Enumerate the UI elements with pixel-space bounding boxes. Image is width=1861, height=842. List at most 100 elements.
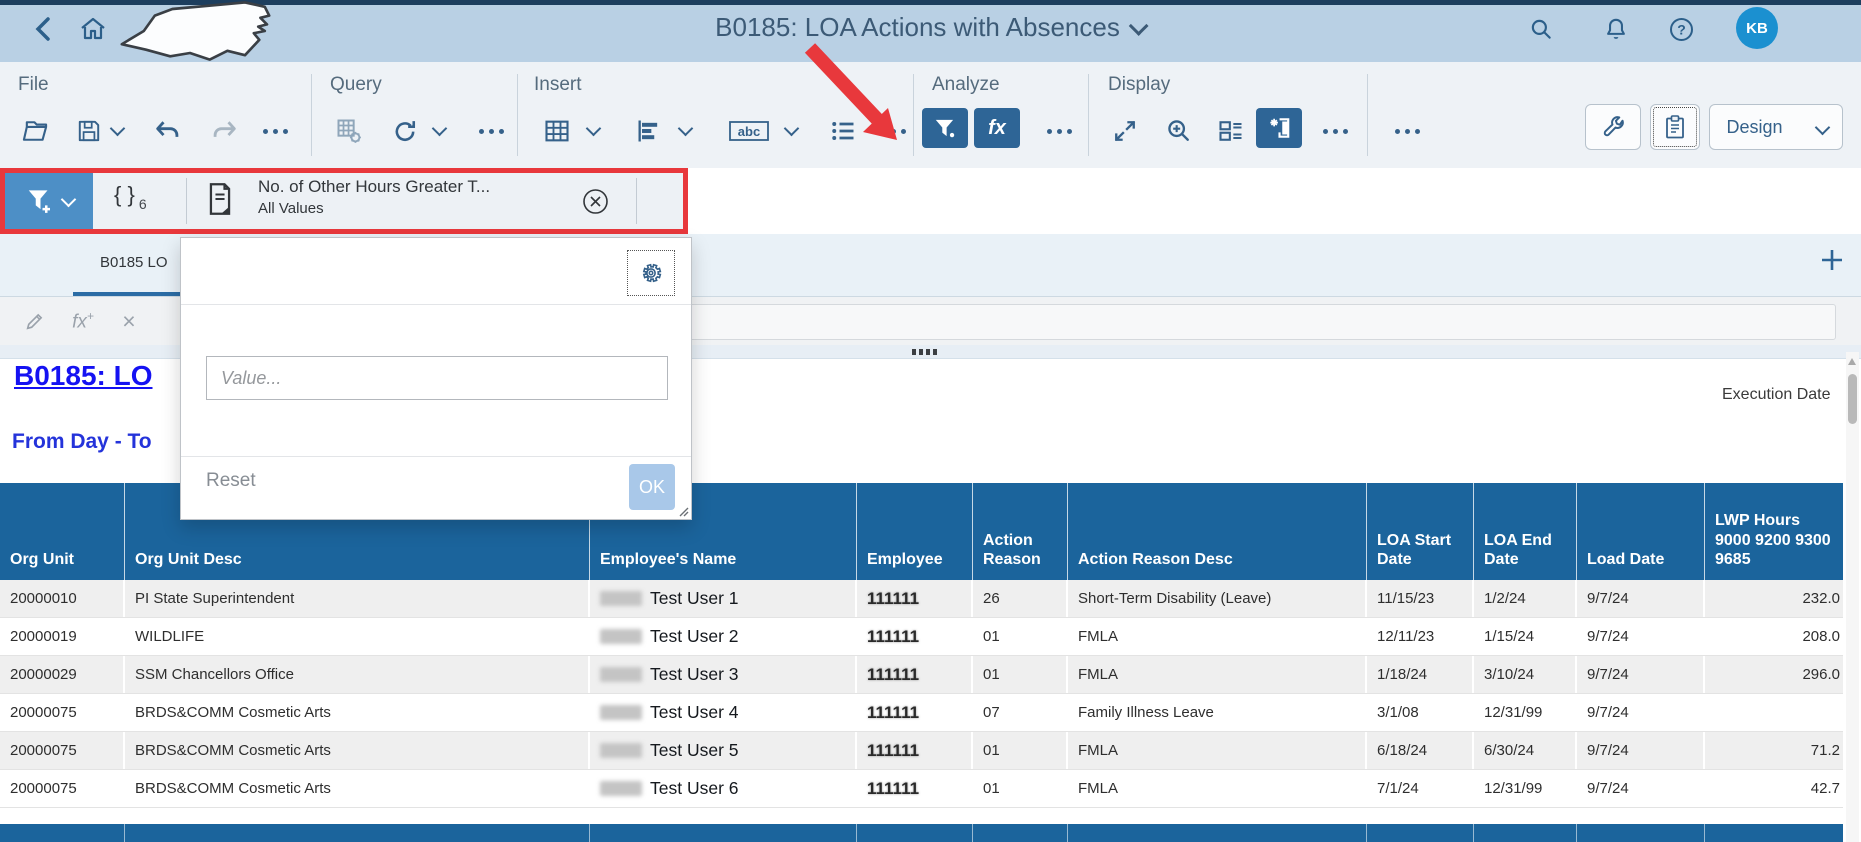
- table-row[interactable]: 20000019WILDLIFETest User 211111101FMLA1…: [0, 618, 1843, 656]
- table-cell-loa_start[interactable]: 3/1/08: [1367, 694, 1474, 731]
- undo-icon[interactable]: [150, 114, 184, 148]
- table-cell-employee[interactable]: 111111: [857, 732, 973, 769]
- table-cell-org_unit[interactable]: 20000075: [0, 732, 125, 769]
- column-header[interactable]: Org Unit: [0, 483, 125, 580]
- table-cell-load_date[interactable]: 9/7/24: [1577, 618, 1705, 655]
- column-header[interactable]: LWP Hours 9000 9200 9300 9685: [1705, 483, 1843, 580]
- formula-button-active[interactable]: fx: [974, 108, 1020, 148]
- table-cell-lwp_hours[interactable]: [1705, 694, 1843, 731]
- table-cell-org_unit_desc[interactable]: BRDS&COMM Cosmetic Arts: [125, 770, 590, 807]
- insert-text-chevron-icon[interactable]: [784, 121, 800, 137]
- filter-value-input[interactable]: [206, 356, 668, 400]
- table-cell-employee[interactable]: 111111: [857, 694, 973, 731]
- table-cell-action_reason[interactable]: 01: [973, 656, 1068, 693]
- reset-button[interactable]: Reset: [206, 470, 256, 492]
- vertical-scrollbar[interactable]: [1846, 352, 1859, 842]
- table-cell-action_reason[interactable]: 26: [973, 580, 1068, 617]
- filter-button-active[interactable]: [922, 108, 968, 148]
- insert-chart-icon[interactable]: [632, 114, 666, 148]
- edit-data-provider-icon[interactable]: [332, 114, 366, 148]
- table-cell-loa_start[interactable]: 1/18/24: [1367, 656, 1474, 693]
- page-structure-icon[interactable]: [1214, 114, 1248, 148]
- table-row[interactable]: 20000075BRDS&COMM Cosmetic ArtsTest User…: [0, 770, 1843, 808]
- table-cell-org_unit[interactable]: 20000029: [0, 656, 125, 693]
- user-avatar[interactable]: KB: [1736, 7, 1778, 49]
- filter-settings-gear-icon[interactable]: [627, 250, 675, 296]
- filter-pill[interactable]: No. of Other Hours Greater T... All Valu…: [258, 177, 558, 217]
- refresh-chevron-down-icon[interactable]: [432, 121, 448, 137]
- document-title[interactable]: B0185: LOA Actions with Absences: [715, 12, 1146, 43]
- file-more-icon[interactable]: [258, 114, 292, 148]
- table-cell-load_date[interactable]: 9/7/24: [1577, 732, 1705, 769]
- table-cell-loa_start[interactable]: 11/15/23: [1367, 580, 1474, 617]
- column-header[interactable]: Action Reason Desc: [1068, 483, 1367, 580]
- table-cell-action_reason_desc[interactable]: FMLA: [1068, 732, 1367, 769]
- scroll-up-arrow-icon[interactable]: [1848, 358, 1856, 365]
- insert-list-icon[interactable]: [826, 114, 860, 148]
- redo-icon[interactable]: [208, 114, 242, 148]
- home-icon[interactable]: [78, 14, 108, 44]
- freeze-button-active[interactable]: [1256, 108, 1302, 148]
- table-cell-loa_end[interactable]: 12/31/99: [1474, 694, 1577, 731]
- refresh-icon[interactable]: [388, 114, 422, 148]
- table-cell-org_unit[interactable]: 20000019: [0, 618, 125, 655]
- table-cell-loa_end[interactable]: 3/10/24: [1474, 656, 1577, 693]
- table-cell-org_unit_desc[interactable]: WILDLIFE: [125, 618, 590, 655]
- tab-b0185[interactable]: B0185 LO: [100, 254, 168, 271]
- table-cell-load_date[interactable]: 9/7/24: [1577, 770, 1705, 807]
- fullscreen-icon[interactable]: [1108, 114, 1142, 148]
- table-cell-loa_end[interactable]: 1/2/24: [1474, 580, 1577, 617]
- table-cell-action_reason[interactable]: 07: [973, 694, 1068, 731]
- table-row[interactable]: 20000075BRDS&COMM Cosmetic ArtsTest User…: [0, 732, 1843, 770]
- table-cell-loa_start[interactable]: 6/18/24: [1367, 732, 1474, 769]
- design-mode-button[interactable]: Design: [1709, 104, 1843, 150]
- table-cell-org_unit_desc[interactable]: SSM Chancellors Office: [125, 656, 590, 693]
- column-header[interactable]: LOA End Date: [1474, 483, 1577, 580]
- table-cell-lwp_hours[interactable]: 208.0: [1705, 618, 1843, 655]
- add-report-tab-icon[interactable]: [1818, 246, 1846, 274]
- table-cell-action_reason_desc[interactable]: FMLA: [1068, 618, 1367, 655]
- ok-button[interactable]: OK: [629, 464, 675, 510]
- table-cell-action_reason_desc[interactable]: FMLA: [1068, 770, 1367, 807]
- table-cell-load_date[interactable]: 9/7/24: [1577, 656, 1705, 693]
- table-cell-load_date[interactable]: 9/7/24: [1577, 580, 1705, 617]
- open-document-icon[interactable]: [18, 114, 52, 148]
- table-cell-org_unit_desc[interactable]: BRDS&COMM Cosmetic Arts: [125, 694, 590, 731]
- display-more-icon[interactable]: [1318, 114, 1352, 148]
- splitter-drag-handle-icon[interactable]: [912, 349, 937, 355]
- cancel-formula-icon[interactable]: ×: [116, 308, 142, 334]
- table-cell-action_reason_desc[interactable]: Short-Term Disability (Leave): [1068, 580, 1367, 617]
- table-cell-employee_name[interactable]: Test User 5: [590, 732, 857, 769]
- design-chevron-down-icon[interactable]: [1801, 117, 1844, 138]
- variables-badge[interactable]: { } 6: [114, 182, 147, 212]
- back-button[interactable]: [28, 14, 58, 44]
- create-variable-icon[interactable]: fx+: [66, 308, 100, 334]
- table-cell-org_unit_desc[interactable]: BRDS&COMM Cosmetic Arts: [125, 732, 590, 769]
- table-cell-action_reason[interactable]: 01: [973, 770, 1068, 807]
- table-row[interactable]: 20000075BRDS&COMM Cosmetic ArtsTest User…: [0, 694, 1843, 732]
- table-cell-org_unit[interactable]: 20000075: [0, 770, 125, 807]
- table-cell-action_reason[interactable]: 01: [973, 618, 1068, 655]
- table-cell-loa_end[interactable]: 12/31/99: [1474, 770, 1577, 807]
- analyze-more-icon[interactable]: [1042, 114, 1076, 148]
- table-cell-employee[interactable]: 111111: [857, 580, 973, 617]
- zoom-icon[interactable]: [1162, 114, 1196, 148]
- formula-input[interactable]: [620, 304, 1836, 340]
- popup-resize-handle[interactable]: [675, 503, 689, 517]
- table-cell-action_reason_desc[interactable]: FMLA: [1068, 656, 1367, 693]
- insert-table-icon[interactable]: [540, 114, 574, 148]
- column-header[interactable]: LOA Start Date: [1367, 483, 1474, 580]
- insert-table-chevron-icon[interactable]: [586, 121, 602, 137]
- column-header[interactable]: Action Reason: [973, 483, 1068, 580]
- toolbar-overflow-icon[interactable]: [1390, 114, 1424, 148]
- table-cell-action_reason[interactable]: 01: [973, 732, 1068, 769]
- table-cell-employee_name[interactable]: Test User 2: [590, 618, 857, 655]
- table-cell-org_unit[interactable]: 20000010: [0, 580, 125, 617]
- column-header[interactable]: Employee: [857, 483, 973, 580]
- table-row[interactable]: 20000029SSM Chancellors OfficeTest User …: [0, 656, 1843, 694]
- add-filter-button[interactable]: [5, 173, 93, 229]
- remove-filter-icon[interactable]: [582, 188, 609, 215]
- table-cell-action_reason_desc[interactable]: Family Illness Leave: [1068, 694, 1367, 731]
- table-cell-employee_name[interactable]: Test User 6: [590, 770, 857, 807]
- copy-paste-clipboard-button[interactable]: [1650, 104, 1700, 150]
